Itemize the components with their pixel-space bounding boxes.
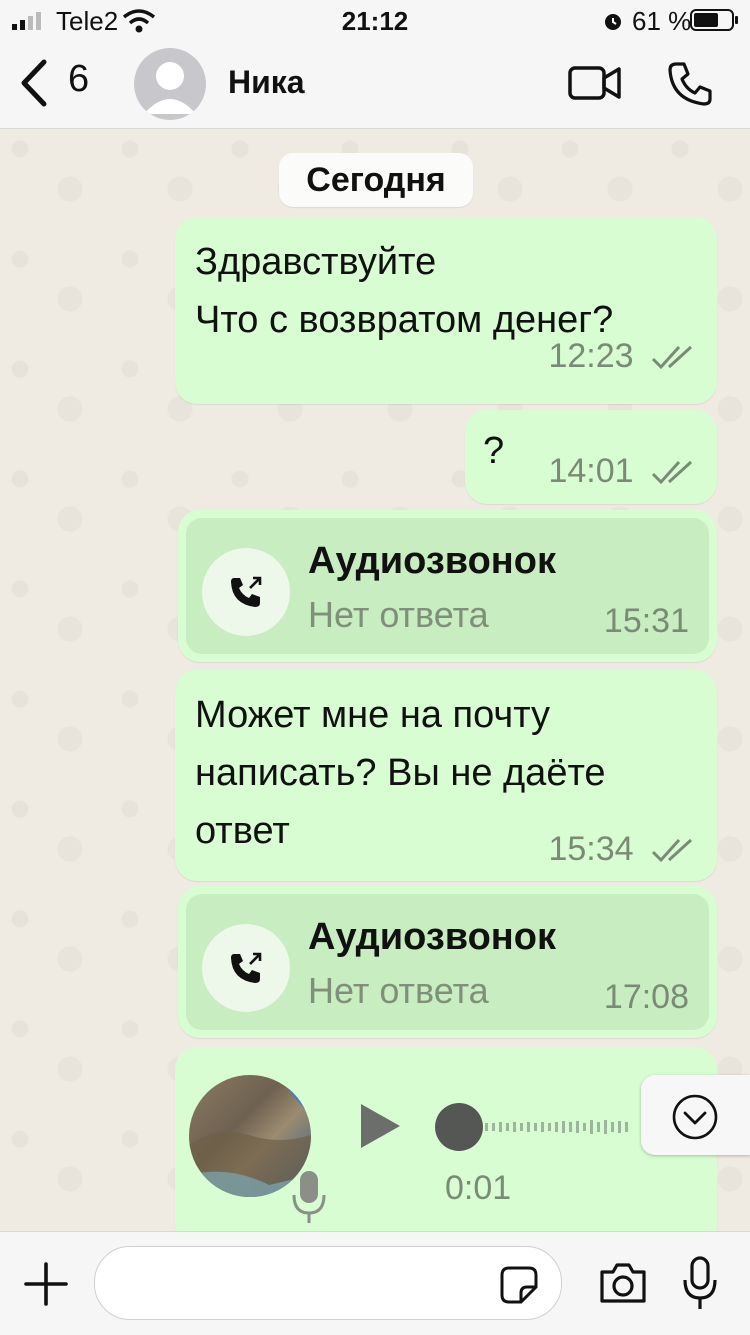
message-text: Здравствуйте Что с возвратом денег? xyxy=(195,241,614,341)
unread-count: 6 xyxy=(68,58,90,100)
voice-progress-knob[interactable] xyxy=(435,1103,483,1151)
scroll-to-bottom-button[interactable] xyxy=(641,1075,750,1155)
chevron-left-icon xyxy=(21,59,47,107)
call-message[interactable]: Аудиозвонок Нет ответа 17:08 xyxy=(178,886,717,1038)
call-message[interactable]: Аудиозвонок Нет ответа 15:31 xyxy=(178,510,717,662)
outgoing-message[interactable]: ? 14:01 xyxy=(465,410,717,504)
message-time: 12:23 xyxy=(548,337,634,375)
phone-icon xyxy=(668,62,712,106)
voice-message[interactable]: 0:01 xyxy=(175,1047,717,1231)
message-meta: 15:34 xyxy=(548,830,697,869)
date-separator: Сегодня xyxy=(279,153,473,207)
message-input[interactable] xyxy=(94,1246,562,1320)
outgoing-call-icon xyxy=(231,576,262,607)
call-status: Нет ответа xyxy=(308,970,489,1011)
play-icon[interactable] xyxy=(357,1101,403,1151)
microphone-icon xyxy=(292,1171,326,1223)
read-ticks-icon xyxy=(651,345,693,370)
call-card[interactable]: Аудиозвонок Нет ответа 17:08 xyxy=(186,894,709,1030)
voice-waveform[interactable] xyxy=(485,1111,645,1143)
chat-area[interactable]: Сегодня Здравствуйте Что с возвратом ден… xyxy=(0,129,750,1231)
video-call-button[interactable] xyxy=(568,60,622,111)
battery-percent: 61 % xyxy=(632,6,692,36)
message-time: 14:01 xyxy=(548,452,634,490)
outgoing-message[interactable]: Может мне на почту написать? Вы не даёте… xyxy=(175,670,717,881)
voice-call-button[interactable] xyxy=(666,60,714,113)
contact-name[interactable]: Ника xyxy=(228,64,305,101)
call-title: Аудиозвонок xyxy=(308,916,556,958)
person-icon xyxy=(144,62,196,114)
contact-avatar[interactable] xyxy=(134,48,206,120)
chevron-down-circle-icon xyxy=(672,1094,718,1140)
status-bar: Tele2 21:12 61 % xyxy=(0,0,750,40)
call-card[interactable]: Аудиозвонок Нет ответа 15:31 xyxy=(186,518,709,654)
call-status: Нет ответа xyxy=(308,594,489,635)
message-meta: 14:01 xyxy=(548,452,697,491)
outgoing-message[interactable]: Здравствуйте Что с возвратом денег? 12:2… xyxy=(175,217,717,404)
call-icon-circle xyxy=(202,924,290,1012)
message-text: Может мне на почту написать? Вы не даёте… xyxy=(195,694,606,852)
message-time: 17:08 xyxy=(603,978,689,1016)
microphone-icon[interactable] xyxy=(682,1256,718,1312)
sticker-icon[interactable] xyxy=(499,1265,539,1305)
message-text: ? xyxy=(483,430,505,472)
back-button[interactable]: 6 xyxy=(14,54,94,114)
read-ticks-icon xyxy=(651,460,693,485)
message-time: 15:34 xyxy=(548,830,634,868)
read-ticks-icon xyxy=(651,838,693,863)
message-time: 15:31 xyxy=(603,602,689,640)
message-meta: 12:23 xyxy=(548,337,697,376)
chat-header: 6 Ника xyxy=(0,40,750,129)
plus-icon[interactable] xyxy=(24,1262,68,1306)
camera-icon[interactable] xyxy=(598,1262,648,1304)
voice-duration: 0:01 xyxy=(445,1169,512,1207)
call-icon-circle xyxy=(202,548,290,636)
outgoing-call-icon xyxy=(231,952,262,983)
alarm-icon xyxy=(605,14,621,30)
video-camera-icon xyxy=(568,66,621,100)
call-title: Аудиозвонок xyxy=(308,540,556,582)
composer-bar xyxy=(0,1231,750,1335)
battery-icon xyxy=(690,9,738,31)
